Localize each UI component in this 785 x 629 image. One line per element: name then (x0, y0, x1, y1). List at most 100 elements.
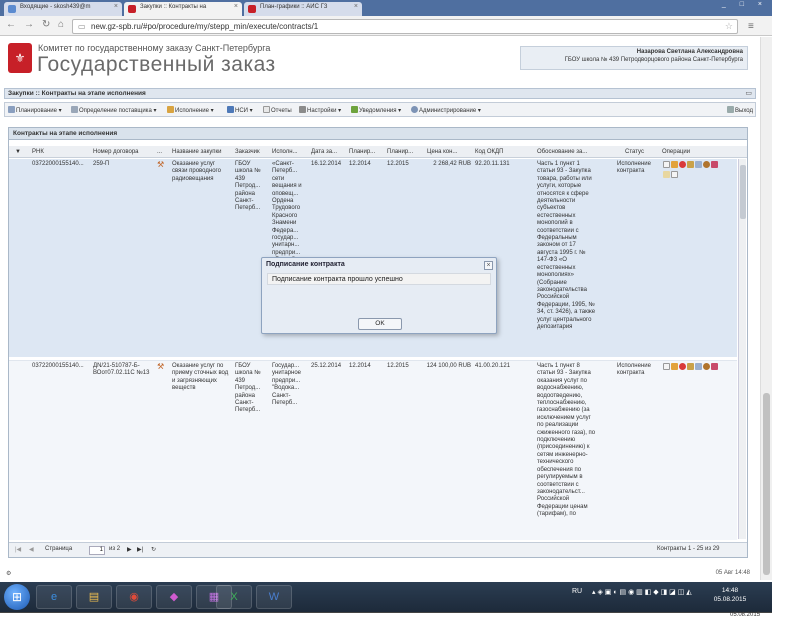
menu-planning[interactable]: Планирование ▾ (8, 106, 62, 114)
reload-icon[interactable]: ↻ (42, 19, 50, 30)
page-scroll-thumb[interactable] (763, 393, 770, 575)
column-header[interactable]: Номер договора (93, 149, 139, 155)
last-page-icon[interactable]: ▶| (137, 546, 143, 553)
explorer-icon[interactable]: ▤ (76, 585, 112, 609)
menu-nsi[interactable]: НСИ ▾ (227, 106, 253, 114)
menu-supplier[interactable]: Определение поставщика ▾ (71, 106, 156, 114)
column-header[interactable]: Планир... (387, 149, 413, 155)
page-scrollbar[interactable] (760, 37, 772, 580)
start-button[interactable]: ⊞ (4, 584, 30, 610)
search-icon[interactable] (695, 363, 702, 370)
grid-title: Контракты на этапе исполнения (9, 128, 747, 140)
prev-page-icon[interactable]: ◀ (29, 546, 34, 553)
exit-button[interactable]: Выход (727, 106, 753, 114)
seal-icon[interactable] (703, 161, 710, 168)
edit-icon[interactable] (671, 363, 678, 370)
filter-icon[interactable]: ▼ (15, 149, 21, 155)
address-bar[interactable]: ▭ new.gz-spb.ru/#po/procedure/my/stepp_m… (72, 19, 738, 34)
column-header[interactable]: Код ОКДП (475, 149, 503, 155)
column-header[interactable]: Исполн... (272, 149, 298, 155)
operations (663, 363, 723, 373)
column-header[interactable]: РНК (32, 149, 44, 155)
coat-of-arms-logo: ⚜ (8, 43, 32, 73)
sign-icon[interactable] (711, 363, 718, 370)
document-icon[interactable] (663, 363, 670, 370)
grid-scroll-thumb[interactable] (740, 165, 746, 219)
browser-tab-contracts[interactable]: Закупки :: Контракты на × (124, 2, 242, 16)
column-header[interactable]: Название закупки (172, 149, 222, 155)
language-indicator[interactable]: RU (572, 588, 582, 595)
clock-time: 14:48 (721, 587, 739, 594)
cell-rnk: 03722000155140... (32, 161, 84, 167)
app-icon[interactable]: ◆ (156, 585, 192, 609)
cell-number: ДN/21-510787-Б-ВОот07.02.11С №13 (93, 363, 150, 377)
home-icon[interactable]: ⌂ (58, 19, 64, 30)
hammer-icon: ⚒ (157, 362, 165, 371)
delete-icon[interactable] (679, 161, 686, 168)
exit-icon (727, 106, 734, 113)
column-header[interactable]: ... (157, 149, 162, 155)
column-header[interactable]: Планир... (349, 149, 375, 155)
close-icon[interactable]: × (354, 3, 358, 10)
cell-number: 259-П (93, 161, 110, 167)
chart-icon[interactable] (687, 161, 694, 168)
cell-price: 124 100,00 RUB (426, 363, 471, 369)
menu-settings[interactable]: Настройки ▾ (299, 106, 341, 114)
site-header: ⚜ Комитет по государственному заказу Сан… (0, 37, 760, 85)
excel-icon[interactable]: X (216, 585, 252, 609)
menu-notifications[interactable]: Уведомления ▾ (351, 106, 401, 114)
next-page-icon[interactable]: ▶ (127, 546, 132, 553)
word-icon[interactable]: W (256, 585, 292, 609)
refresh-icon[interactable]: ↻ (151, 546, 156, 553)
back-icon[interactable]: ← (6, 19, 16, 30)
column-header[interactable]: Заказчик (235, 149, 260, 155)
first-page-icon[interactable]: |◀ (15, 546, 21, 553)
page-total: из 2 (109, 546, 121, 552)
browser-tab-inbox[interactable]: Входящие - skosh439@m × (4, 2, 122, 16)
table-row[interactable]: 03722000155140... ДN/21-510787-Б-ВОот07.… (9, 360, 737, 540)
menu-execution[interactable]: Исполнение ▾ (167, 106, 214, 114)
page-input[interactable]: 1 (89, 546, 105, 555)
windows-taskbar: ⊞ e ▤ ◉ ◆ ▦ X W RU ▴ ◈ ▣ ◐ ▤ ◉ ▥ ◧ ◆ ◨ ◪… (0, 582, 772, 612)
column-header[interactable]: Статус (625, 149, 644, 155)
cell-basis: Часть 1 пункт 8 статьи 93 - Закупка оказ… (537, 363, 596, 518)
tray-icons[interactable]: ▴ ◈ ▣ ◐ ▤ ◉ ▥ ◧ ◆ ◨ ◪ ◫ ◭ (592, 588, 692, 596)
bookmark-star-icon[interactable]: ☆ (725, 21, 733, 32)
cell-customer: ГБОУ школа № 439 Петрод... района Санкт-… (235, 161, 261, 212)
app-title: Закупки :: Контракты на этапе исполнения (8, 90, 146, 97)
column-header: Операции (662, 149, 691, 155)
column-header[interactable]: Цена кон... (427, 149, 457, 155)
chrome-icon[interactable]: ◉ (116, 585, 152, 609)
delete-icon[interactable] (679, 363, 686, 370)
ok-button[interactable]: OK (358, 318, 402, 330)
forward-icon[interactable]: → (24, 19, 34, 30)
seal-icon[interactable] (703, 363, 710, 370)
menu-admin[interactable]: Администрирование ▾ (411, 106, 481, 114)
grid-scrollbar[interactable] (738, 159, 746, 539)
close-icon[interactable]: × (234, 3, 238, 10)
chart-icon[interactable] (687, 363, 694, 370)
close-icon[interactable]: × (114, 3, 118, 10)
edit-icon[interactable] (671, 161, 678, 168)
column-header[interactable]: Обоснование за... (537, 149, 587, 155)
page-info-icon[interactable]: ▭ (78, 22, 86, 31)
close-icon[interactable]: × (484, 261, 493, 270)
sign-icon[interactable] (711, 161, 718, 168)
menu-icon[interactable]: ≡ (748, 21, 754, 32)
search-icon[interactable] (695, 161, 702, 168)
list-icon[interactable] (671, 171, 678, 178)
clock[interactable]: 14:48 05.08.2015 (710, 586, 750, 604)
collapse-icon[interactable]: ▭ (745, 89, 752, 97)
cell-basis: Часть 1 пункт 1 статьи 93 - Закупка това… (537, 161, 596, 330)
admin-icon (411, 106, 418, 113)
ie-icon[interactable]: e (36, 585, 72, 609)
app-title-bar: Закупки :: Контракты на этапе исполнения… (4, 88, 756, 99)
window-controls[interactable]: _ □ × (722, 1, 768, 8)
pager: |◀ ◀ Страница 1 из 2 ▶ ▶| ↻ Контракты 1 … (9, 542, 747, 557)
document-icon[interactable] (663, 161, 670, 168)
app-status-bar: ⚙ 05 Авг 14:48 (4, 568, 756, 580)
folder-icon[interactable] (663, 171, 670, 178)
menu-reports[interactable]: Отчеты (263, 106, 292, 114)
column-header[interactable]: Дата за... (311, 149, 337, 155)
browser-tab-plans[interactable]: План-графики :: АИС ГЗ × (244, 2, 362, 16)
